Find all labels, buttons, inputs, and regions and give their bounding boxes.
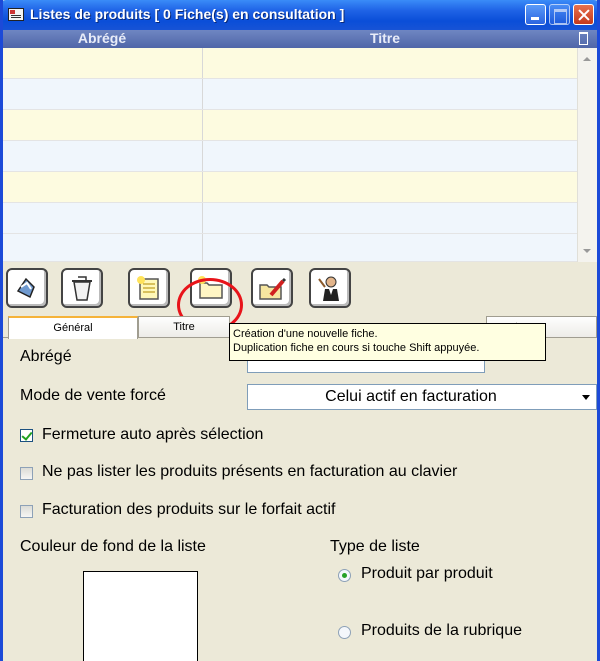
chevron-down-icon[interactable] (576, 385, 596, 409)
scroll-up-icon[interactable] (583, 57, 591, 61)
color-swatch[interactable] (83, 571, 198, 661)
fermeture-auto-label: Fermeture auto après sélection (42, 426, 264, 443)
column-header-titre[interactable]: Titre (203, 30, 567, 46)
tab-general[interactable]: Général (8, 316, 138, 339)
table-row[interactable] (3, 141, 577, 172)
maximize-button[interactable] (549, 4, 570, 25)
trash-bin-icon (72, 276, 92, 301)
table-row[interactable] (3, 203, 577, 234)
mode-vente-value: Celui actif en facturation (325, 388, 497, 405)
agent-icon (318, 276, 339, 301)
new-record-button[interactable] (128, 268, 170, 308)
recycle-button[interactable] (6, 268, 48, 308)
facturation-forfait-label: Facturation des produits sur le forfait … (42, 501, 336, 518)
delete-column-icon[interactable] (579, 32, 588, 45)
table-row[interactable] (3, 234, 577, 262)
grid-scrollbar[interactable] (577, 48, 597, 262)
ne-pas-lister-label: Ne pas lister les produits présents en f… (42, 463, 458, 480)
radio-produit-par-produit[interactable] (338, 569, 351, 582)
couleur-fond-label: Couleur de fond de la liste (20, 538, 206, 555)
abrege-label: Abrégé (20, 348, 72, 365)
fermeture-auto-checkbox[interactable] (20, 429, 33, 442)
trash-button[interactable] (61, 268, 103, 308)
edit-record-button[interactable] (251, 268, 293, 308)
column-header-abrege[interactable]: Abrégé (3, 30, 201, 46)
table-row[interactable] (3, 48, 577, 79)
radio-produits-rubrique[interactable] (338, 626, 351, 639)
window-title: Listes de produits [ 0 Fiche(s) en consu… (30, 6, 345, 22)
edit-record-icon (259, 277, 287, 300)
title-bar[interactable]: Listes de produits [ 0 Fiche(s) en consu… (3, 0, 597, 30)
radio-produit-label: Produit par produit (361, 565, 493, 582)
mode-vente-select[interactable]: Celui actif en facturation (247, 384, 597, 410)
type-liste-label: Type de liste (330, 538, 420, 555)
ne-pas-lister-checkbox[interactable] (20, 467, 33, 480)
table-row[interactable] (3, 110, 577, 141)
products-grid[interactable] (3, 48, 577, 262)
new-record-icon (137, 276, 159, 300)
table-row[interactable] (3, 172, 577, 203)
app-icon (8, 8, 24, 21)
tooltip-line-1: Création d'une nouvelle fiche. (233, 328, 378, 340)
tooltip: Création d'une nouvelle fiche. Duplicati… (229, 323, 546, 361)
products-window: Listes de produits [ 0 Fiche(s) en consu… (0, 0, 600, 661)
toolbar (3, 262, 597, 314)
minimize-button[interactable] (525, 4, 546, 25)
close-button[interactable] (573, 4, 594, 25)
grid-header: Abrégé Titre (3, 30, 597, 48)
scroll-down-icon[interactable] (583, 249, 591, 253)
tab-titre[interactable]: Titre (138, 316, 230, 338)
radio-rubrique-label: Produits de la rubrique (361, 622, 522, 639)
facturation-forfait-checkbox[interactable] (20, 505, 33, 518)
mode-vente-label: Mode de vente forcé (20, 387, 166, 404)
recycle-icon (16, 277, 35, 299)
agent-button[interactable] (309, 268, 351, 308)
table-row[interactable] (3, 79, 577, 110)
tooltip-line-2: Duplication fiche en cours si touche Shi… (233, 342, 480, 354)
